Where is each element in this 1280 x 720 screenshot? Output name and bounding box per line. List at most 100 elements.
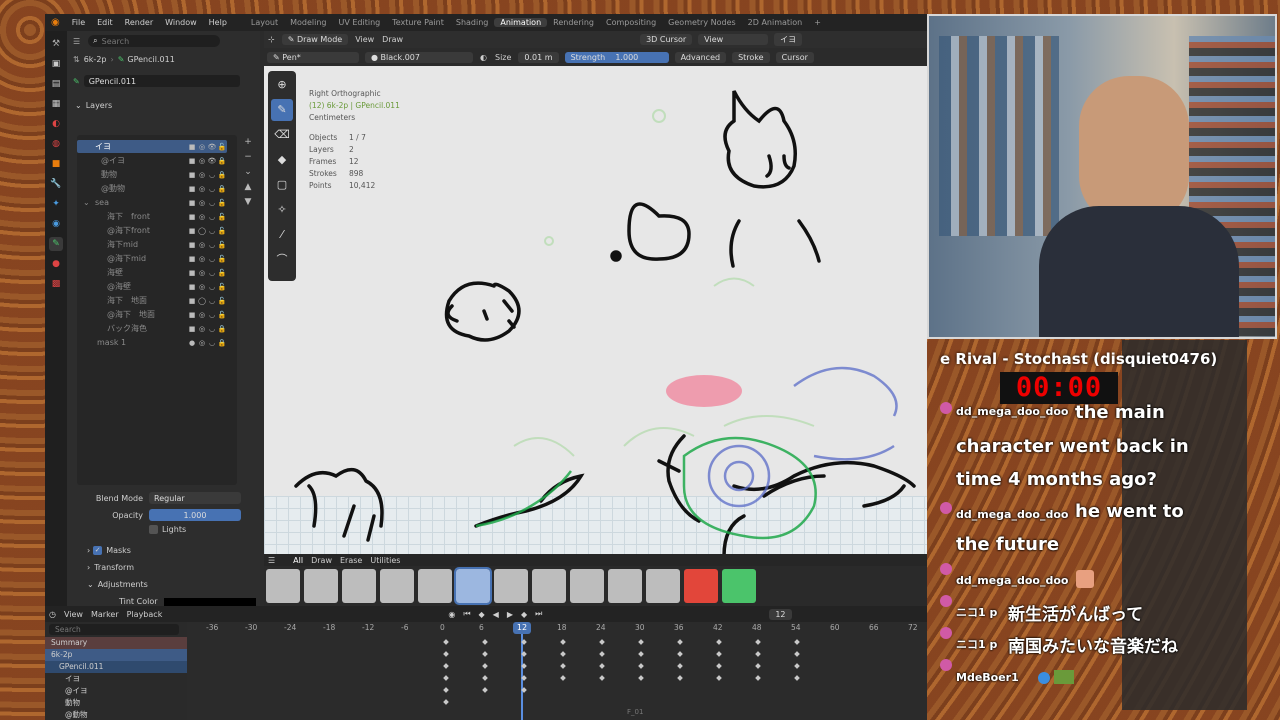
mask-icon[interactable]: ◯: [197, 297, 207, 305]
record-icon[interactable]: ◉: [448, 610, 455, 619]
mask-icon[interactable]: ◎: [197, 185, 207, 193]
play-icon[interactable]: ▶: [507, 610, 513, 619]
eye-closed-icon[interactable]: ◡: [207, 227, 217, 235]
world-icon[interactable]: ◍: [49, 137, 63, 151]
tab-uv-editing[interactable]: UV Editing: [333, 18, 387, 27]
eye-closed-icon[interactable]: ◡: [207, 255, 217, 263]
lock-icon[interactable]: 🔓: [217, 311, 227, 319]
mode-select[interactable]: ✎ Draw Mode: [281, 34, 349, 45]
menu-edit[interactable]: Edit: [91, 18, 119, 27]
keyframe[interactable]: [677, 663, 683, 669]
keyframe[interactable]: [482, 675, 488, 681]
channel-summary[interactable]: Summary: [45, 637, 187, 649]
add-workspace-button[interactable]: +: [808, 18, 827, 27]
mask-icon[interactable]: ◎: [197, 213, 207, 221]
keyframe[interactable]: [443, 699, 449, 705]
brush-thumbnail[interactable]: [570, 569, 604, 603]
tab-compositing[interactable]: Compositing: [600, 18, 662, 27]
onion-icon[interactable]: ■: [187, 269, 197, 277]
physics-icon[interactable]: ◉: [49, 217, 63, 231]
brush-thumbnail[interactable]: [722, 569, 756, 603]
keyframe[interactable]: [560, 663, 566, 669]
tab-geometry-nodes[interactable]: Geometry Nodes: [662, 18, 741, 27]
view-select[interactable]: View: [698, 34, 769, 45]
keyframe[interactable]: [716, 675, 722, 681]
move-layer-up-button[interactable]: ▲: [241, 180, 255, 195]
mask-icon[interactable]: ◯: [197, 227, 207, 235]
brush-tab-utilities[interactable]: Utilities: [370, 556, 400, 565]
onion-icon[interactable]: ■: [187, 199, 197, 207]
lock-icon[interactable]: 🔓: [217, 255, 227, 263]
layer-item[interactable]: @海下 地面 ■ ◎ ◡ 🔓: [77, 308, 227, 321]
keyframe[interactable]: [638, 651, 644, 657]
masks-panel-header[interactable]: › ✓ Masks: [87, 546, 131, 555]
brush-thumbnail[interactable]: [304, 569, 338, 603]
lock-icon[interactable]: 🔒: [217, 171, 227, 179]
keyframe[interactable]: [443, 663, 449, 669]
layer-item[interactable]: @イヨ ■ ◎ 👁 🔒: [77, 154, 227, 167]
keyframe[interactable]: [794, 675, 800, 681]
channel-layer[interactable]: 動物: [45, 697, 187, 709]
keyframe[interactable]: [599, 663, 605, 669]
lock-icon[interactable]: 🔓: [217, 199, 227, 207]
keyframe[interactable]: [677, 651, 683, 657]
effects-icon[interactable]: ✦: [49, 197, 63, 211]
eye-icon[interactable]: 👁: [207, 143, 217, 151]
masks-checkbox[interactable]: ✓: [93, 546, 103, 555]
eye-closed-icon[interactable]: ◡: [207, 185, 217, 193]
tab-layout[interactable]: Layout: [245, 18, 284, 27]
mask-icon[interactable]: ◎: [197, 311, 207, 319]
keyframe[interactable]: [638, 639, 644, 645]
keyframe[interactable]: [677, 639, 683, 645]
onion-icon[interactable]: ■: [187, 143, 197, 151]
blend-mode-select[interactable]: Regular: [149, 492, 241, 504]
color-mode-icon[interactable]: ◐: [480, 53, 487, 62]
viewport[interactable]: ⊹ ✎ Draw Mode View Draw 3D Cursor View イ…: [264, 31, 927, 606]
lights-checkbox[interactable]: [149, 525, 158, 534]
brush-tab-all[interactable]: All: [293, 556, 303, 565]
eye-icon[interactable]: 👁: [207, 157, 217, 165]
keyframe[interactable]: [677, 675, 683, 681]
tint-color-swatch[interactable]: [163, 597, 256, 606]
onion-icon[interactable]: ■: [187, 241, 197, 249]
lock-icon[interactable]: 🔒: [217, 339, 227, 347]
keyframe[interactable]: [482, 663, 488, 669]
brush-thumbnail[interactable]: [380, 569, 414, 603]
lock-icon[interactable]: 🔓: [217, 283, 227, 291]
keyframe[interactable]: [560, 639, 566, 645]
view-layer-icon[interactable]: ▦: [49, 97, 63, 111]
mask-icon[interactable]: ◎: [197, 255, 207, 263]
keyframe[interactable]: [482, 687, 488, 693]
keyframe[interactable]: [716, 663, 722, 669]
transform-panel-header[interactable]: › Transform: [87, 563, 134, 572]
remove-layer-button[interactable]: −: [241, 150, 255, 165]
tab-2d-animation[interactable]: 2D Animation: [742, 18, 809, 27]
eye-closed-icon[interactable]: ◡: [207, 339, 217, 347]
view-menu[interactable]: View: [355, 35, 374, 44]
output-icon[interactable]: ▤: [49, 77, 63, 91]
eye-closed-icon[interactable]: ◡: [207, 325, 217, 333]
editor-type-icon[interactable]: ◷: [49, 610, 56, 619]
lock-icon[interactable]: 🔓: [217, 269, 227, 277]
channel-data[interactable]: GPencil.011: [45, 661, 187, 673]
eye-closed-icon[interactable]: ◡: [207, 297, 217, 305]
keyframe[interactable]: [443, 675, 449, 681]
mask-icon[interactable]: ◎: [197, 241, 207, 249]
keyframe[interactable]: [638, 663, 644, 669]
keyframe[interactable]: [560, 651, 566, 657]
tab-rendering[interactable]: Rendering: [547, 18, 600, 27]
drawing-canvas[interactable]: [264, 66, 927, 556]
channel-layer[interactable]: イヨ: [45, 673, 187, 685]
editor-type-icon[interactable]: ⊹: [268, 35, 275, 44]
lock-icon[interactable]: 🔒: [217, 157, 227, 165]
keyframe[interactable]: [638, 675, 644, 681]
tab-modeling[interactable]: Modeling: [284, 18, 332, 27]
lock-icon[interactable]: 🔓: [217, 297, 227, 305]
brush-tab-draw[interactable]: Draw: [311, 556, 332, 565]
keyframe[interactable]: [560, 675, 566, 681]
stroke-menu[interactable]: Stroke: [732, 51, 770, 63]
eye-closed-icon[interactable]: ◡: [207, 311, 217, 319]
keyframe[interactable]: [716, 639, 722, 645]
onion-icon[interactable]: ■: [187, 283, 197, 291]
lock-icon[interactable]: 🔒: [217, 185, 227, 193]
